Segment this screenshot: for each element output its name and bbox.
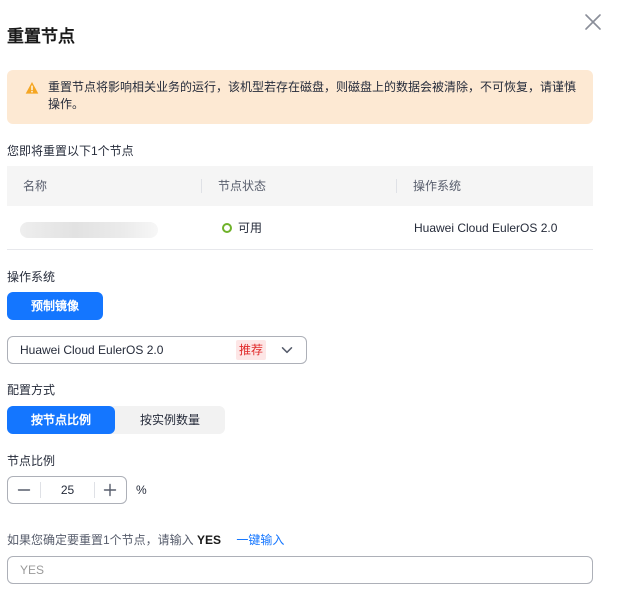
node-os: Huawei Cloud EulerOS 2.0 <box>414 221 558 235</box>
confirm-keyword: YES <box>197 533 222 547</box>
os-select-value: Huawei Cloud EulerOS 2.0 <box>20 343 164 357</box>
table-row: 可用 Huawei Cloud EulerOS 2.0 <box>7 206 593 250</box>
column-header-status: 节点状态 <box>218 179 267 193</box>
node-ratio-label: 节点比例 <box>7 454 56 468</box>
dialog-title: 重置节点 <box>7 27 75 46</box>
reset-node-dialog: 重置节点 重置节点将影响相关业务的运行，该机型若存在磁盘，则磁盘上的数据会被清除… <box>0 0 622 603</box>
node-status: 可用 <box>222 206 262 250</box>
confirm-instruction: 如果您确定要重置1个节点，请输入 YES 一键输入 <box>7 531 284 548</box>
os-label: 操作系统 <box>7 270 56 284</box>
node-name-redacted <box>20 222 158 238</box>
decrement-button[interactable] <box>8 477 40 503</box>
node-ratio-stepper <box>7 476 127 504</box>
confirm-input[interactable] <box>7 556 593 584</box>
config-method-toggle: 按节点比例 按实例数量 <box>7 406 225 434</box>
alert-text: 重置节点将影响相关业务的运行，该机型若存在磁盘，则磁盘上的数据会被清除，不可恢复… <box>48 80 577 111</box>
os-select[interactable]: Huawei Cloud EulerOS 2.0 推荐 <box>7 336 307 364</box>
increment-button[interactable] <box>94 477 126 503</box>
config-method-label: 配置方式 <box>7 383 56 397</box>
option-by-node-ratio[interactable]: 按节点比例 <box>7 406 115 434</box>
table-header: 名称 节点状态 操作系统 <box>7 166 593 206</box>
one-click-input-link[interactable]: 一键输入 <box>236 533 284 547</box>
plus-icon <box>103 483 117 497</box>
status-available-icon <box>222 223 232 233</box>
confirm-prefix: 如果您确定要重置1个节点，请输入 <box>7 533 194 547</box>
column-divider <box>201 179 202 193</box>
recommended-tag: 推荐 <box>236 340 267 360</box>
column-divider <box>396 179 397 193</box>
warning-alert: 重置节点将影响相关业务的运行，该机型若存在磁盘，则磁盘上的数据会被清除，不可恢复… <box>7 70 593 124</box>
warning-icon <box>25 81 39 95</box>
close-icon[interactable] <box>583 12 603 32</box>
node-table: 名称 节点状态 操作系统 可用 Huawei Cloud EulerOS 2.0 <box>7 166 593 250</box>
node-ratio-input[interactable] <box>41 477 94 503</box>
column-header-os: 操作系统 <box>413 179 462 193</box>
node-status-text: 可用 <box>238 221 263 235</box>
preset-image-button[interactable]: 预制镜像 <box>7 292 103 320</box>
reset-count-text: 您即将重置以下1个节点 <box>7 144 134 158</box>
column-header-name: 名称 <box>23 179 48 193</box>
option-by-instance-count[interactable]: 按实例数量 <box>115 406 225 434</box>
minus-icon <box>17 489 31 491</box>
chevron-down-icon[interactable] <box>280 343 294 357</box>
percent-unit: % <box>136 483 147 497</box>
